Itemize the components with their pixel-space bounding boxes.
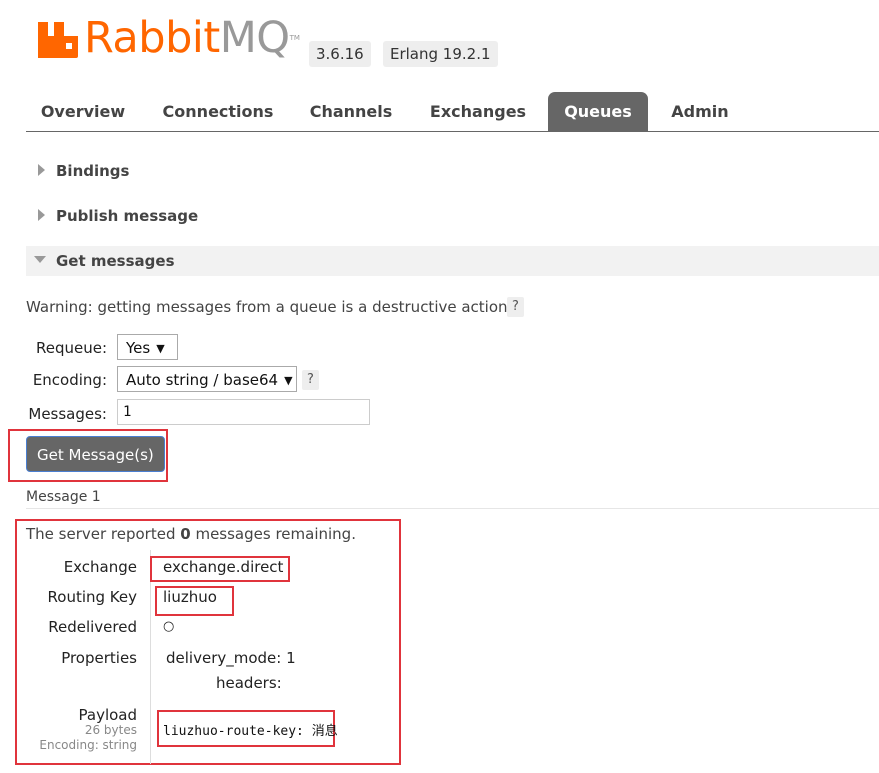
warning-help-button[interactable]: ? [507, 297, 524, 317]
redelivered-label: Redelivered [48, 618, 137, 636]
destructive-warning: Warning: getting messages from a queue i… [26, 298, 513, 316]
exchange-value: exchange.direct [163, 558, 284, 576]
payload-encoding: Encoding: string [39, 738, 137, 752]
logo-wordmark: RabbitMQTM [84, 13, 300, 63]
expand-arrow-icon [38, 163, 45, 176]
collapse-arrow-icon [34, 256, 46, 263]
routing-key-label: Routing Key [47, 588, 137, 606]
result-divider [26, 508, 879, 509]
section-bindings[interactable]: Bindings [26, 156, 879, 186]
encoding-help-button[interactable]: ? [302, 370, 319, 390]
encoding-label: Encoding: [32, 371, 107, 389]
messages-count-input[interactable]: 1 [117, 399, 370, 425]
headers-key: headers: [216, 674, 282, 692]
dropdown-caret-icon: ▼ [156, 342, 165, 355]
payload-value: liuzhuo-route-key: 消息 [163, 724, 338, 739]
messages-label: Messages: [28, 405, 107, 423]
requeue-select[interactable]: Yes ▼ [117, 334, 178, 360]
routing-key-value: liuzhuo [163, 588, 217, 606]
requeue-label: Requeue: [35, 339, 107, 357]
rabbitmq-logo-icon [38, 22, 78, 58]
exchange-label: Exchange [63, 558, 137, 576]
message-title: Message 1 [26, 489, 101, 505]
tab-exchanges[interactable]: Exchanges [424, 92, 532, 131]
section-get-messages[interactable]: Get messages [26, 246, 879, 276]
redelivered-value: ○ [163, 619, 175, 634]
tab-queues[interactable]: Queues [548, 92, 648, 131]
tab-channels[interactable]: Channels [302, 92, 400, 131]
tab-overview[interactable]: Overview [34, 92, 132, 131]
erlang-badge: Erlang 19.2.1 [383, 41, 498, 67]
main-nav-tabs: Overview Connections Channels Exchanges … [26, 92, 879, 132]
version-badge: 3.6.16 [309, 41, 371, 67]
properties-label: Properties [61, 649, 137, 667]
dropdown-caret-icon: ▼ [284, 374, 293, 387]
details-separator [150, 550, 151, 764]
expand-arrow-icon [38, 208, 45, 221]
payload-size: 26 bytes [84, 723, 137, 737]
tab-admin[interactable]: Admin [666, 92, 734, 131]
payload-label: Payload [78, 706, 138, 724]
tab-connections[interactable]: Connections [156, 92, 280, 131]
delivery-mode-row: delivery_mode: 1 [166, 649, 296, 667]
remaining-text: The server reported 0 messages remaining… [26, 525, 356, 543]
get-messages-button[interactable]: Get Message(s) [26, 436, 165, 472]
encoding-select[interactable]: Auto string / base64 ▼ [117, 366, 297, 392]
section-publish-message[interactable]: Publish message [26, 201, 879, 231]
